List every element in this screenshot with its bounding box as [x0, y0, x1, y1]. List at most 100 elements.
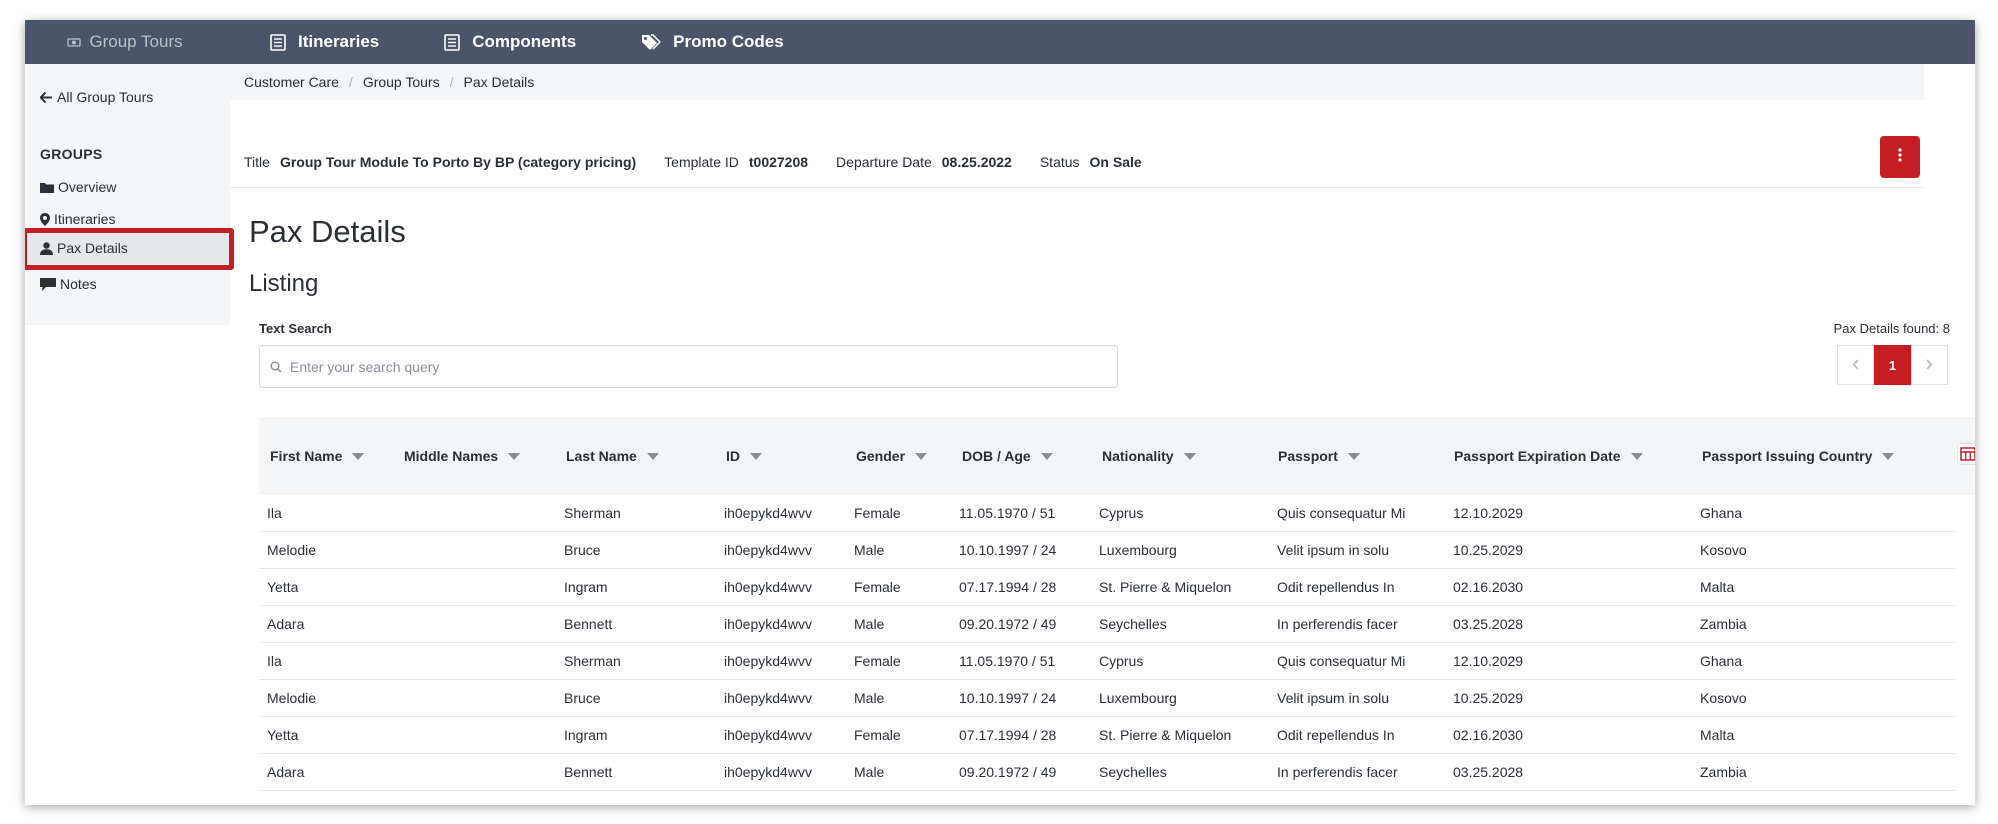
col-gender[interactable]: Gender [856, 448, 928, 464]
pax-table: First Name Middle Names Last Name ID Gen… [259, 417, 1975, 791]
col-label: ID [726, 448, 740, 464]
table-cell: Melodie [267, 542, 317, 558]
folder-icon [40, 181, 54, 193]
table-cell: Bennett [564, 616, 613, 632]
table-cell: Seychelles [1099, 764, 1167, 780]
col-first-name[interactable]: First Name [270, 448, 365, 464]
table-cell: 11.05.1970 / 51 [959, 653, 1056, 669]
breadcrumb-customer-care[interactable]: Customer Care [244, 74, 339, 90]
table-cell: St. Pierre & Miquelon [1099, 579, 1232, 595]
table-cell: St. Pierre & Miquelon [1099, 727, 1232, 743]
table-cell: 11.05.1970 / 51 [959, 505, 1056, 521]
search-input[interactable] [290, 358, 1070, 375]
table-row[interactable]: Ila Sherman ih0epykd4wvv Female 11.05.1970 /… [259, 643, 1956, 680]
col-label: Passport Issuing Country [1702, 448, 1873, 464]
table-cell: Bruce [564, 542, 601, 558]
table-cell: 07.17.1994 / 28 [959, 579, 1057, 595]
sidebar-item-notes[interactable]: Notes [40, 276, 97, 292]
sidebar: All Group Tours GROUPS Overview Itinerar… [25, 64, 230, 325]
top-nav: Group Tours Itineraries Components Promo… [25, 20, 1975, 64]
table-header: First Name Middle Names Last Name ID Gen… [259, 417, 1975, 495]
table-cell: ih0epykd4wvv [724, 653, 812, 669]
col-label: DOB / Age [962, 448, 1031, 464]
col-passport-expiration[interactable]: Passport Expiration Date [1454, 448, 1643, 464]
search-box [259, 345, 1118, 388]
table-row[interactable]: Melodie Bruce ih0epykd4wvv Male 10.10.1997 /… [259, 532, 1956, 569]
col-label: First Name [270, 448, 343, 464]
app-window: Group Tours Itineraries Components Promo… [25, 20, 1975, 805]
table-cell: 12.10.2029 [1453, 505, 1524, 521]
col-nationality[interactable]: Nationality [1102, 448, 1196, 464]
sort-caret-icon [1882, 452, 1895, 460]
col-dob-age[interactable]: DOB / Age [962, 448, 1053, 464]
table-cell: ih0epykd4wvv [724, 579, 812, 595]
sort-caret-icon [1347, 452, 1360, 460]
list-icon [444, 33, 461, 51]
page-1-button[interactable]: 1 [1874, 345, 1911, 385]
more-actions-button[interactable] [1880, 136, 1920, 178]
table-row[interactable]: Ila Sherman ih0epykd4wvv Female 11.05.1970 /… [259, 495, 1956, 532]
breadcrumb-separator: / [348, 74, 353, 90]
next-page-button[interactable] [1911, 345, 1948, 385]
table-cell: Adara [267, 764, 305, 780]
table-cell: ih0epykd4wvv [724, 505, 812, 521]
col-passport[interactable]: Passport [1278, 448, 1360, 464]
sidebar-item-label: Notes [60, 276, 97, 292]
table-cell: Yetta [267, 579, 299, 595]
col-label: Last Name [566, 448, 637, 464]
table-cell: ih0epykd4wvv [724, 690, 812, 706]
table-cell: Female [854, 727, 901, 743]
list-icon [270, 33, 286, 51]
nav-item-promo-codes[interactable]: Promo Codes [641, 20, 784, 64]
column-settings-icon[interactable] [1957, 443, 1975, 465]
table-cell: 02.16.2030 [1453, 579, 1524, 595]
nav-brand-group-tours[interactable]: Group Tours [25, 20, 205, 64]
table-cell: 10.25.2029 [1453, 690, 1524, 706]
table-row[interactable]: Yetta Ingram ih0epykd4wvv Female 07.17.1994 … [259, 569, 1956, 606]
table-cell: Female [854, 653, 901, 669]
table-cell: Zambia [1700, 764, 1747, 780]
table-row[interactable]: Adara Bennett ih0epykd4wvv Male 09.20.1972 /… [259, 606, 1956, 643]
table-row[interactable]: Adara Bennett ih0epykd4wvv Male 09.20.1972 /… [259, 754, 1956, 791]
table-row[interactable]: Yetta Ingram ih0epykd4wvv Female 07.17.1994 … [259, 717, 1956, 754]
col-id[interactable]: ID [726, 448, 762, 464]
sort-caret-icon [750, 452, 762, 460]
table-cell: 10.25.2029 [1453, 542, 1524, 558]
col-label: Passport [1278, 448, 1338, 464]
sidebar-item-overview[interactable]: Overview [40, 179, 116, 195]
breadcrumb-separator: / [449, 74, 454, 90]
sort-caret-icon [508, 452, 521, 460]
table-cell: Malta [1700, 727, 1735, 743]
col-middle-names[interactable]: Middle Names [404, 448, 521, 464]
table-cell: Quis consequatur Mi [1277, 653, 1406, 669]
col-last-name[interactable]: Last Name [566, 448, 659, 464]
all-group-tours-link[interactable]: All Group Tours [40, 89, 153, 105]
table-cell: Ila [267, 653, 282, 669]
info-title-value: Group Tour Module To Porto By BP (catego… [279, 153, 637, 170]
breadcrumb-group-tours[interactable]: Group Tours [363, 74, 440, 90]
table-cell: Ila [267, 505, 282, 521]
table-cell: Male [854, 616, 885, 632]
sidebar-item-pax-details[interactable]: Pax Details [25, 232, 230, 264]
table-cell: 09.20.1972 / 49 [959, 764, 1057, 780]
table-cell: Female [854, 505, 901, 521]
info-status-value: On Sale [1089, 153, 1142, 170]
table-cell: Velit ipsum in solu [1277, 690, 1390, 706]
prev-page-button[interactable] [1837, 345, 1874, 385]
sidebar-item-itineraries[interactable]: Itineraries [40, 211, 115, 227]
col-label: Nationality [1102, 448, 1174, 464]
table-row[interactable]: Melodie Bruce ih0epykd4wvv Male 10.10.1997 /… [259, 680, 1956, 717]
table-cell: Sherman [564, 653, 621, 669]
table-cell: 03.25.2028 [1453, 764, 1524, 780]
pagination: 1 [1837, 345, 1948, 385]
table-cell: 12.10.2029 [1453, 653, 1524, 669]
table-cell: 10.10.1997 / 24 [959, 542, 1057, 558]
nav-item-itineraries[interactable]: Itineraries [270, 20, 379, 64]
table-cell: Male [854, 542, 885, 558]
table-cell: Velit ipsum in solu [1277, 542, 1390, 558]
table-body: Ila Sherman ih0epykd4wvv Female 11.05.1970 /… [259, 495, 1975, 791]
nav-item-components[interactable]: Components [444, 20, 576, 64]
back-link-label: All Group Tours [57, 89, 154, 105]
col-passport-issuing-country[interactable]: Passport Issuing Country [1702, 448, 1895, 464]
table-cell: Cyprus [1099, 653, 1144, 669]
